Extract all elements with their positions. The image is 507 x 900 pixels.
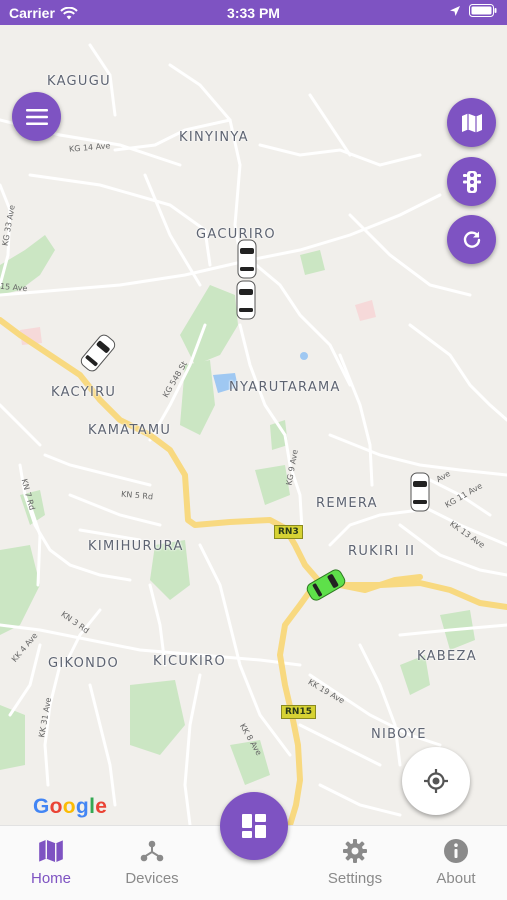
refresh-icon	[463, 230, 480, 248]
route-shield: RN3	[274, 525, 303, 539]
place-label: NYARUTARAMA	[229, 380, 341, 395]
place-label: KACYIRU	[51, 385, 117, 400]
battery-icon	[469, 4, 497, 17]
devices-icon	[140, 840, 164, 862]
vehicle-marker[interactable]	[235, 280, 257, 320]
dashboard-button[interactable]	[220, 792, 288, 860]
route-shield: RN15	[281, 705, 316, 719]
refresh-button[interactable]	[447, 215, 496, 264]
status-right	[449, 4, 497, 17]
tab-about[interactable]: About	[406, 836, 506, 887]
menu-button[interactable]	[12, 92, 61, 141]
location-arrow-icon	[450, 5, 460, 16]
map-icon	[461, 113, 482, 132]
my-location-icon	[424, 769, 448, 793]
google-attribution: Google	[33, 795, 108, 818]
tab-label: Devices	[125, 870, 179, 887]
my-location-button[interactable]	[402, 747, 470, 815]
place-label: REMERA	[316, 496, 378, 511]
map-type-button[interactable]	[447, 98, 496, 147]
map-view[interactable]: KAGUGU KINYINYA GACURIRO NYARUTARAMA KAC…	[0, 25, 507, 825]
vehicle-marker[interactable]	[236, 239, 258, 279]
place-label: KINYINYA	[179, 130, 249, 145]
tab-label: Settings	[327, 870, 383, 887]
tab-label: About	[436, 870, 476, 887]
place-label: KAGUGU	[47, 74, 111, 89]
place-label: RUKIRI II	[348, 544, 416, 559]
place-label: KIMIHURURA	[88, 539, 184, 554]
map-icon	[39, 839, 63, 863]
place-label: KAMATAMU	[88, 423, 172, 438]
traffic-light-icon	[462, 170, 481, 193]
tab-label: Home	[30, 870, 71, 887]
clock: 3:33 PM	[227, 5, 280, 21]
tab-home[interactable]: Home	[1, 836, 101, 887]
dashboard-icon	[242, 814, 266, 838]
menu-icon	[25, 108, 48, 125]
gear-icon	[343, 839, 367, 863]
place-label: NIBOYE	[371, 727, 427, 742]
vehicle-marker[interactable]	[409, 472, 431, 512]
tab-settings[interactable]: Settings	[305, 836, 405, 887]
info-icon	[444, 839, 468, 863]
place-label: GIKONDO	[48, 656, 120, 671]
traffic-button[interactable]	[447, 157, 496, 206]
place-label: KABEZA	[417, 649, 477, 664]
tab-devices[interactable]: Devices	[102, 836, 202, 887]
status-bar: Carrier 3:33 PM	[0, 0, 507, 25]
place-label: KICUKIRO	[153, 654, 226, 669]
